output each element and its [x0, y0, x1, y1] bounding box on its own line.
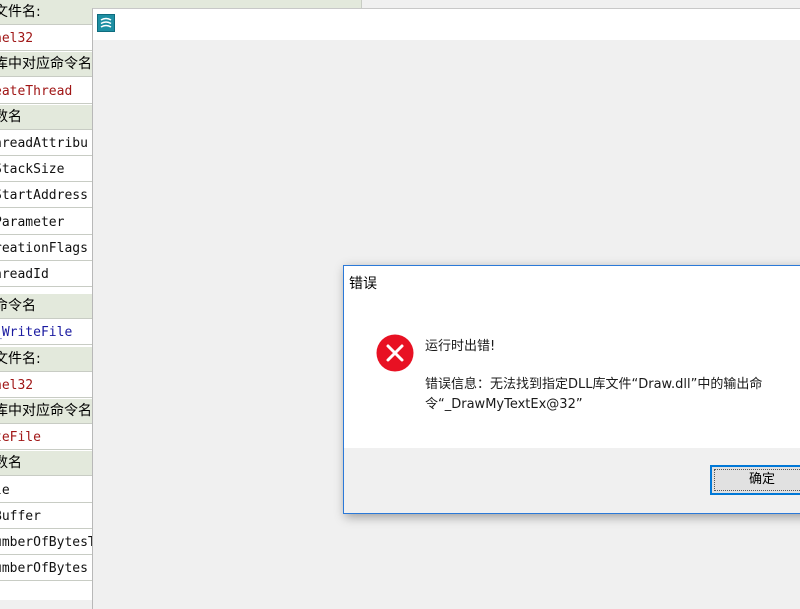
error-icon	[376, 334, 414, 372]
dialog-title: 错误	[349, 276, 377, 292]
table-cell-text: StackSize	[0, 162, 65, 177]
table-cell-text: teFile	[0, 430, 41, 445]
table-cell-text: Parameter	[0, 215, 65, 230]
table-cell-text: umberOfBytesT	[0, 535, 96, 550]
dialog-footer: 确定	[344, 448, 800, 513]
table-cell-text: 数名	[0, 109, 22, 125]
table-cell-text: umberOfBytes	[0, 561, 88, 576]
table-cell-text: 数名	[0, 455, 22, 471]
table-cell-text: _WriteFile	[0, 325, 73, 340]
error-message-title: 运行时出错!	[425, 339, 496, 354]
main-titlebar	[93, 9, 800, 40]
table-cell-text: reationFlags	[0, 241, 88, 256]
table-cell-text: nel32	[0, 378, 34, 393]
table-cell-text: 库中对应命令名	[0, 403, 92, 419]
table-cell-text: le	[0, 483, 10, 498]
focus-ring	[714, 469, 800, 491]
table-cell-text: StartAddress	[0, 188, 88, 203]
error-message-detail: 错误信息：无法找到指定DLL库文件“Draw.dll”中的输出命令“_DrawM…	[425, 377, 763, 412]
table-cell-text: hreadId	[0, 267, 49, 282]
table-cell-text: hreadAttribu	[0, 136, 88, 151]
app-icon[interactable]	[97, 14, 115, 32]
table-cell-text: 文件名:	[0, 4, 41, 20]
table-cell-text: 命令名	[0, 298, 36, 314]
ok-button[interactable]: 确定	[710, 465, 800, 495]
table-cell-text: 库中对应命令名	[0, 56, 92, 72]
table-cell-text: 文件名:	[0, 351, 41, 367]
error-dialog: 错误 运行时出错! 错误信息：无法找到指定DLL库文件“Draw.dll”中的输…	[343, 265, 800, 514]
table-cell-text: nel32	[0, 31, 34, 46]
table-cell-text: Buffer	[0, 509, 41, 524]
table-cell-text: eateThread	[0, 84, 73, 99]
